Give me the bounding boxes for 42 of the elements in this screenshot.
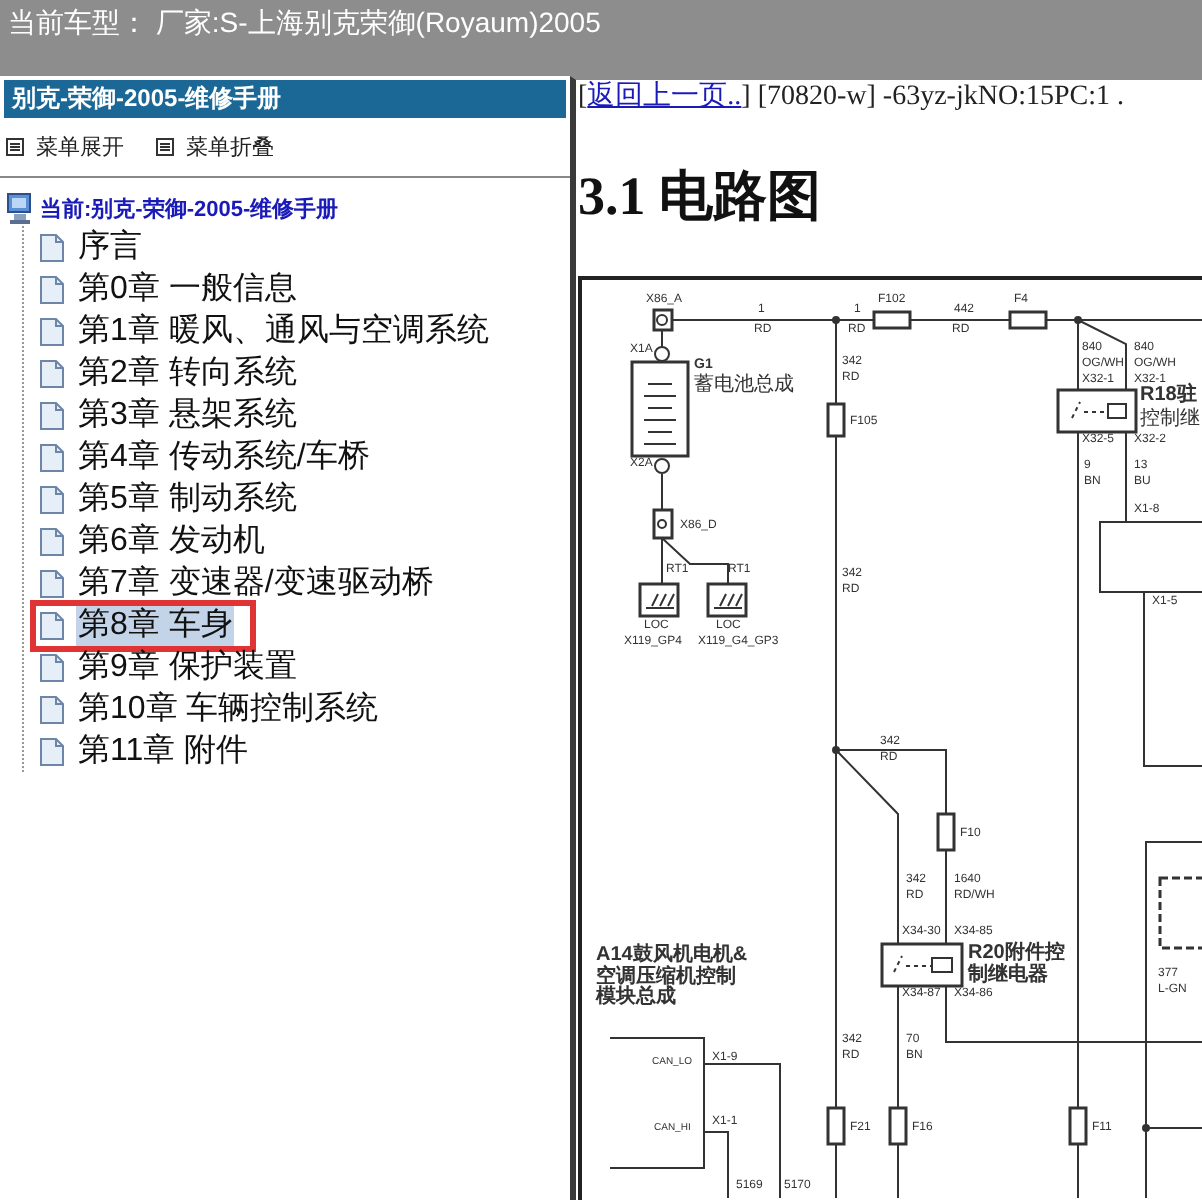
tree-item[interactable]: 第5章 制动系统 (76, 478, 299, 520)
section-heading: 3.1 电路图 (578, 164, 823, 230)
diagram-label: 蓄电池总成 (694, 376, 794, 397)
tree-item[interactable]: 第4章 传动系统/车桥 (76, 436, 372, 478)
back-link[interactable]: 返回上一页.. (587, 82, 742, 112)
tree-item[interactable]: 序言 (76, 226, 144, 268)
document-icon (40, 695, 64, 723)
tree-item[interactable]: 第8章 车身 (76, 604, 235, 646)
car-model-title: 当前车型： 厂家:S-上海别克荣御(Royaum)2005 (8, 6, 601, 38)
document-icon (40, 317, 64, 345)
menu-action-link[interactable]: 菜单展开 (36, 132, 124, 162)
document-icon (40, 275, 64, 303)
document-icon (40, 401, 64, 429)
tree-item[interactable]: 第11章 附件 (76, 730, 251, 772)
document-icon (40, 233, 64, 261)
diagram-label: A14鼓风机电机&空调压缩机控制模块总成 (596, 946, 750, 1009)
tree-item[interactable]: 第3章 悬架系统 (76, 394, 299, 436)
tree-item[interactable]: 第2章 转向系统 (76, 352, 299, 394)
document-icon (40, 737, 64, 765)
document-icon (40, 485, 64, 513)
tree-item[interactable]: 第1章 暖风、通风与空调系统 (76, 310, 491, 352)
document-icon (40, 527, 64, 555)
document-icon (40, 359, 64, 387)
menu-action-link[interactable]: 菜单折叠 (186, 132, 274, 162)
tree-item[interactable]: 第10章 车辆控制系统 (76, 688, 381, 730)
diagram-label: 控制继 (1140, 410, 1200, 431)
tree-item[interactable]: 第6章 发动机 (76, 520, 267, 562)
diagram-label: R20附件控制继电器 (968, 944, 1067, 986)
list-icon (156, 138, 174, 156)
document-icon (40, 611, 64, 639)
document-icon (40, 443, 64, 471)
computer-icon (6, 192, 34, 224)
tree-item[interactable]: 第0章 一般信息 (76, 268, 299, 310)
list-icon (6, 138, 24, 156)
tree-item[interactable]: 第9章 保护装置 (76, 646, 299, 688)
tree-item[interactable]: 第7章 变速器/变速驱动桥 (76, 562, 436, 604)
tree-root-label[interactable]: 当前:别克-荣御-2005-维修手册 (40, 193, 339, 223)
manual-title: 别克-荣御-2005-维修手册 (4, 80, 566, 118)
document-icon (40, 569, 64, 597)
diagram-label: R18驻 (1140, 386, 1197, 407)
breadcrumb-text: [返回上一页..] [70820-w] -63yz-jkNO:15PC:1 . (578, 80, 1126, 116)
document-icon (40, 653, 64, 681)
